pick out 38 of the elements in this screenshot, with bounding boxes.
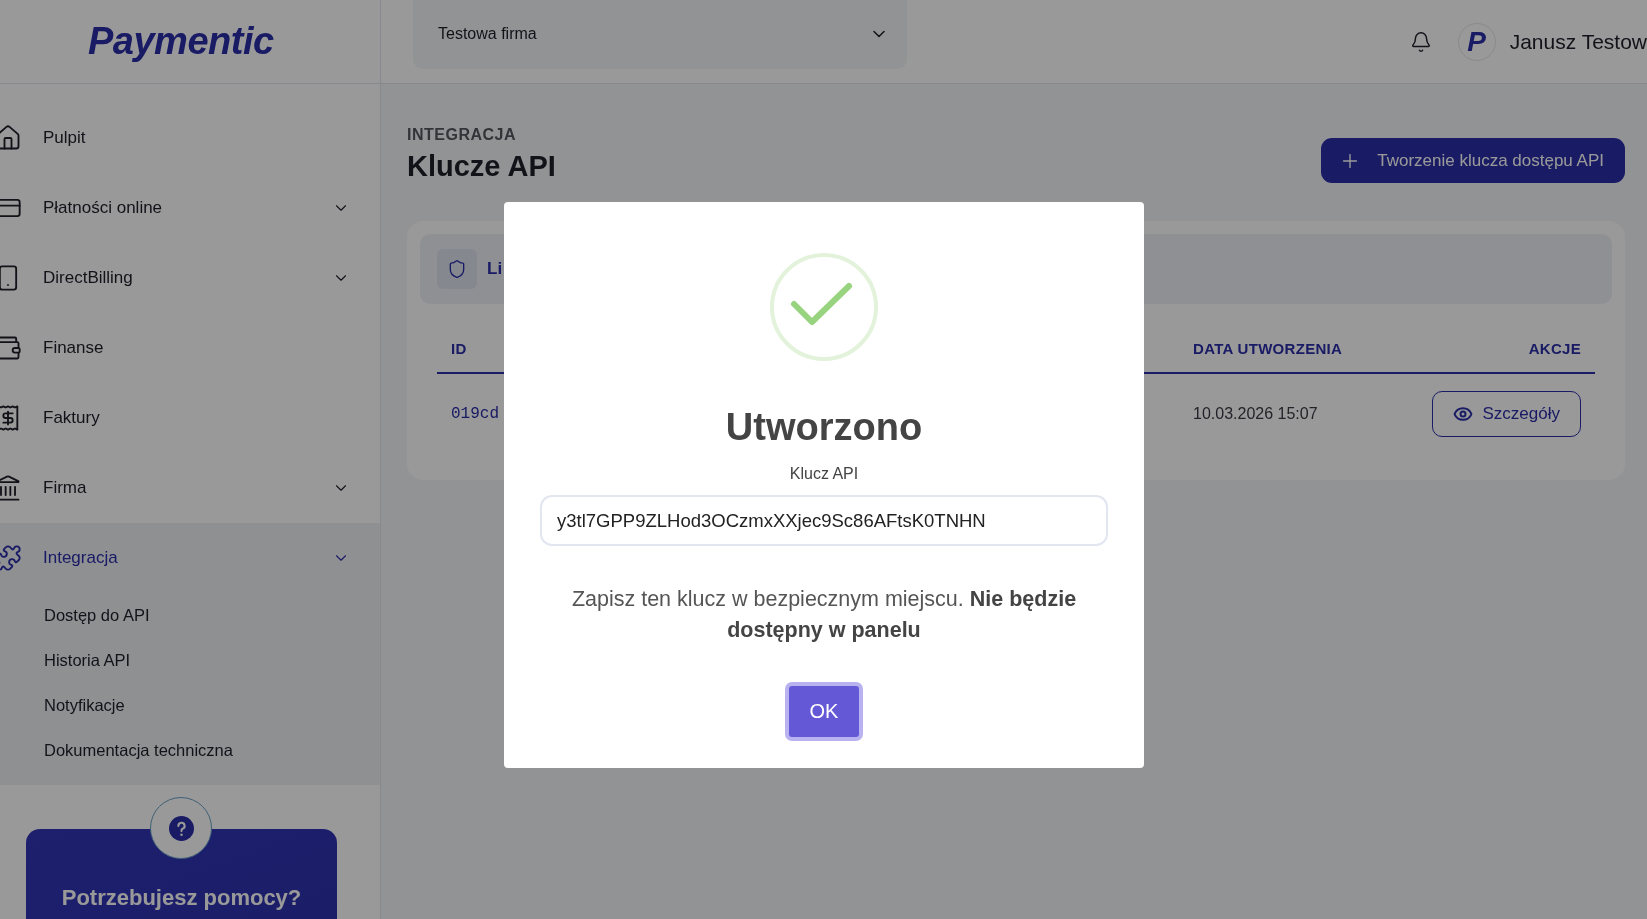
field-label: Klucz API [789, 465, 859, 483]
shield-icon [437, 249, 477, 289]
modal-title: Utworzono [725, 406, 923, 449]
question-icon [168, 815, 194, 841]
menu-icon [0, 474, 22, 502]
menu-icon [0, 334, 22, 362]
submenu-item[interactable]: Dokumentacja techniczna [0, 728, 380, 773]
menu-icon [0, 124, 22, 152]
submenu-item[interactable]: Notyfikacje [0, 683, 380, 728]
sidebar-item[interactable]: Pulpit [0, 103, 380, 173]
card-title: Li [487, 259, 503, 279]
submenu-item[interactable]: Historia API [0, 638, 380, 683]
ok-button[interactable]: OK [785, 682, 863, 741]
success-check-icon [769, 252, 879, 362]
details-button[interactable]: Szczegóły [1431, 391, 1581, 437]
column-header: DATA UTWORZENIA [1192, 339, 1344, 357]
help-title: Potrzebujesz pomocy? [60, 885, 303, 911]
table-cell-text: 10.03.2026 15:07 [1192, 405, 1319, 423]
create-key-button[interactable]: Tworzenie klucza dostępu API [1321, 138, 1625, 183]
sidebar-item[interactable]: Płatności online [0, 173, 380, 243]
sidebar-item[interactable]: Faktury [0, 383, 380, 453]
page-title: Klucze API [407, 150, 556, 183]
sidebar-item[interactable]: DirectBilling [0, 243, 380, 313]
notification-bell-icon[interactable] [1409, 30, 1432, 53]
user-name[interactable]: Janusz Testow [1509, 29, 1647, 54]
column-header: AKCJE [1527, 339, 1582, 357]
sidebar-item[interactable]: Firma [0, 453, 380, 523]
menu-icon [0, 544, 22, 572]
column-header: ID [450, 339, 468, 357]
api-key-field[interactable]: y3tl7GPP9ZLHod3OCzmxXXjec9Sc86AFtsK0TNHN [540, 495, 1108, 546]
modal-message: Zapisz ten klucz w bezpiecznym miejscu. Nie będzie dostępny w panelu [570, 586, 1078, 644]
submenu-item[interactable]: Dostęp do API [0, 593, 380, 638]
logo[interactable]: Paymentic [88, 20, 274, 63]
breadcrumb: INTEGRACJA [407, 126, 517, 144]
sidebar-item[interactable]: Finanse [0, 313, 380, 383]
table-cell-text: 019cd [450, 405, 500, 423]
company-select[interactable]: Testowa firma [413, 0, 907, 69]
eye-icon [1452, 404, 1473, 424]
